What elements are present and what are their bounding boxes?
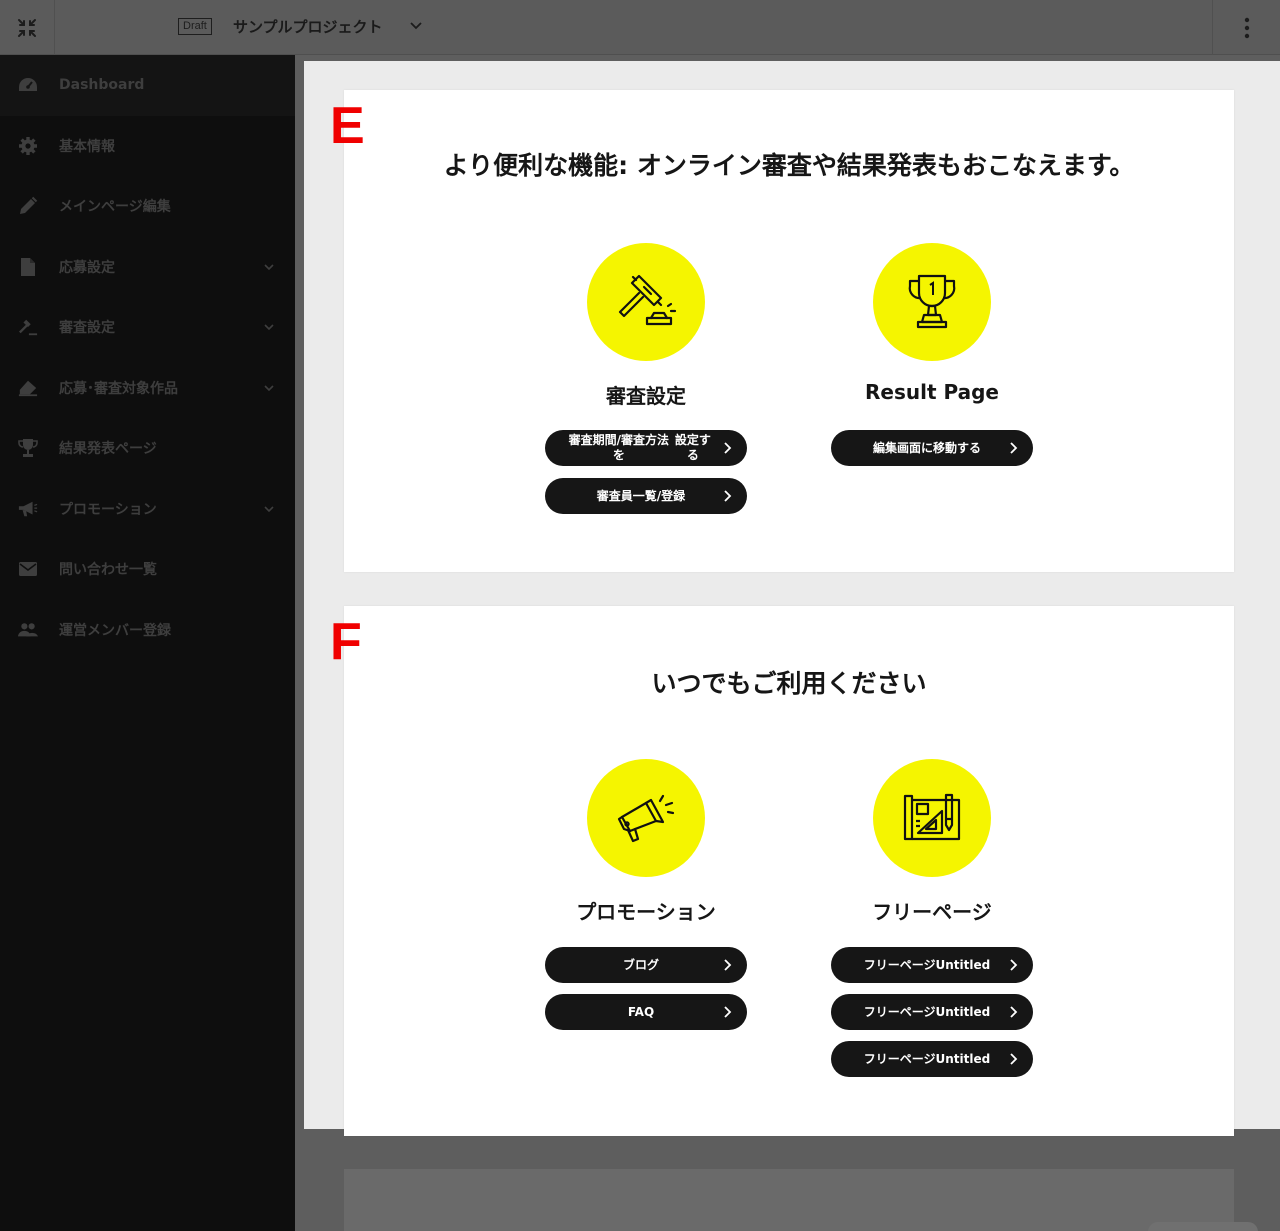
people-icon bbox=[18, 620, 38, 640]
free-page-untitled-2-button[interactable]: フリーページ Untitled bbox=[831, 994, 1033, 1030]
button-label-line2: Untitled bbox=[935, 957, 991, 972]
chevron-right-icon bbox=[723, 441, 733, 459]
faq-button[interactable]: FAQ bbox=[545, 994, 747, 1030]
sidebar-item-label: メインページ編集 bbox=[59, 199, 171, 216]
megaphone-icon bbox=[617, 794, 675, 843]
sidebar-item-review-settings[interactable]: 審査設定 bbox=[0, 297, 295, 358]
section-marker-f: F bbox=[330, 613, 362, 671]
gavel-icon bbox=[618, 274, 677, 326]
floating-pill-dimmed bbox=[1148, 1222, 1258, 1231]
sidebar-item-label: 応募設定 bbox=[59, 259, 115, 276]
chevron-right-icon bbox=[723, 1005, 733, 1023]
button-label: ブログ bbox=[622, 957, 659, 972]
sidebar-item-result-page[interactable]: 結果発表ページ bbox=[0, 418, 295, 479]
main-content: E より便利な機能: オンライン審査や結果発表もおこなえます。 審査設定 審査期… bbox=[304, 61, 1280, 1136]
sidebar: Dashboard 基本情報 メインページ編集 応募設定 審査設定 応募･審査対… bbox=[0, 55, 295, 1231]
app-logo-button[interactable] bbox=[0, 0, 55, 55]
project-dropdown-chevron-icon[interactable] bbox=[408, 18, 424, 38]
sidebar-item-label: 問い合わせ一覧 bbox=[59, 562, 157, 579]
feature-circle bbox=[587, 243, 705, 361]
section-title: いつでもご利用ください bbox=[651, 669, 927, 698]
sidebar-item-basic-info[interactable]: 基本情報 bbox=[0, 116, 295, 177]
chevron-right-icon bbox=[1009, 958, 1019, 976]
sidebar-item-members[interactable]: 運営メンバー登録 bbox=[0, 600, 295, 661]
feature-title: プロモーション bbox=[576, 900, 716, 924]
more-menu-button[interactable] bbox=[1212, 0, 1280, 55]
button-label: 編集画面に移動する bbox=[872, 440, 981, 455]
free-page-untitled-3-button[interactable]: フリーページ Untitled bbox=[831, 1041, 1033, 1077]
sidebar-item-label: プロモーション bbox=[59, 501, 157, 518]
feature-title: 審査設定 bbox=[606, 384, 686, 408]
review-period-method-button[interactable]: 審査期間/審査方法を 設定する bbox=[545, 430, 747, 466]
sidebar-item-entry-settings[interactable]: 応募設定 bbox=[0, 237, 295, 298]
sidebar-item-inquiries[interactable]: 問い合わせ一覧 bbox=[0, 539, 295, 600]
free-page-untitled-1-button[interactable]: フリーページ Untitled bbox=[831, 947, 1033, 983]
sidebar-item-label: Dashboard bbox=[59, 77, 145, 94]
feature-circle bbox=[587, 759, 705, 877]
chevron-down-icon bbox=[263, 382, 275, 398]
button-label: 審査員一覧/登録 bbox=[596, 488, 686, 503]
button-label-line2: 設定する bbox=[674, 433, 711, 462]
chevron-right-icon bbox=[1009, 441, 1019, 459]
blog-button[interactable]: ブログ bbox=[545, 947, 747, 983]
project-name[interactable]: サンプルプロジェクト bbox=[233, 16, 383, 37]
gear-icon bbox=[18, 136, 38, 156]
section-card-e: E より便利な機能: オンライン審査や結果発表もおこなえます。 審査設定 審査期… bbox=[330, 90, 1234, 572]
collapse-arrows-icon bbox=[18, 18, 36, 37]
button-label-line1: 審査期間/審査方法を bbox=[568, 433, 670, 462]
mail-icon bbox=[18, 559, 38, 579]
feature-circle bbox=[873, 759, 991, 877]
kebab-menu-icon bbox=[1244, 17, 1249, 38]
eraser-icon bbox=[18, 378, 38, 398]
draft-badge: Draft bbox=[178, 18, 212, 35]
reviewer-list-button[interactable]: 審査員一覧/登録 bbox=[545, 478, 747, 514]
gavel-icon bbox=[18, 317, 38, 337]
button-label: FAQ bbox=[627, 1004, 655, 1019]
sidebar-item-label: 審査設定 bbox=[59, 320, 115, 337]
chevron-right-icon bbox=[1009, 1005, 1019, 1023]
megaphone-icon bbox=[18, 499, 38, 519]
next-section-card-dimmed bbox=[344, 1169, 1234, 1231]
chevron-down-icon bbox=[263, 503, 275, 519]
button-label-line1: フリーページ bbox=[863, 1004, 936, 1019]
button-label-line2: Untitled bbox=[935, 1004, 991, 1019]
sidebar-item-promotion[interactable]: プロモーション bbox=[0, 479, 295, 540]
feature-circle bbox=[873, 243, 991, 361]
trophy-icon bbox=[18, 438, 38, 458]
chevron-down-icon bbox=[263, 261, 275, 277]
feature-title: フリーページ bbox=[872, 900, 992, 924]
sidebar-item-entries-works[interactable]: 応募･審査対象作品 bbox=[0, 358, 295, 419]
section-title: より便利な機能: オンライン審査や結果発表もおこなえます。 bbox=[443, 151, 1135, 180]
blueprint-icon bbox=[903, 793, 961, 841]
go-to-edit-screen-button[interactable]: 編集画面に移動する bbox=[831, 430, 1033, 466]
sidebar-item-label: 応募･審査対象作品 bbox=[59, 380, 178, 397]
document-icon bbox=[18, 257, 38, 277]
chevron-down-icon bbox=[263, 321, 275, 337]
chevron-right-icon bbox=[723, 489, 733, 507]
top-bar: Draft サンプルプロジェクト bbox=[0, 0, 1280, 55]
trophy-icon bbox=[908, 274, 956, 329]
button-label-line2: Untitled bbox=[935, 1051, 991, 1066]
sidebar-item-label: 運営メンバー登録 bbox=[59, 622, 171, 639]
chevron-right-icon bbox=[1009, 1052, 1019, 1070]
sidebar-item-label: 基本情報 bbox=[59, 138, 115, 155]
pencil-icon bbox=[18, 196, 38, 216]
sidebar-item-main-page-edit[interactable]: メインページ編集 bbox=[0, 176, 295, 237]
section-card-f: F いつでもご利用ください プロモーション ブログ FAQ フリーページ フリー… bbox=[330, 606, 1234, 1136]
sidebar-item-label: 結果発表ページ bbox=[59, 441, 157, 458]
dashboard-gauge-icon bbox=[18, 75, 38, 95]
button-label-line1: フリーページ bbox=[863, 957, 936, 972]
feature-title: Result Page bbox=[865, 380, 999, 404]
sidebar-item-dashboard[interactable]: Dashboard bbox=[0, 55, 295, 116]
button-label-line1: フリーページ bbox=[863, 1051, 936, 1066]
chevron-right-icon bbox=[723, 958, 733, 976]
